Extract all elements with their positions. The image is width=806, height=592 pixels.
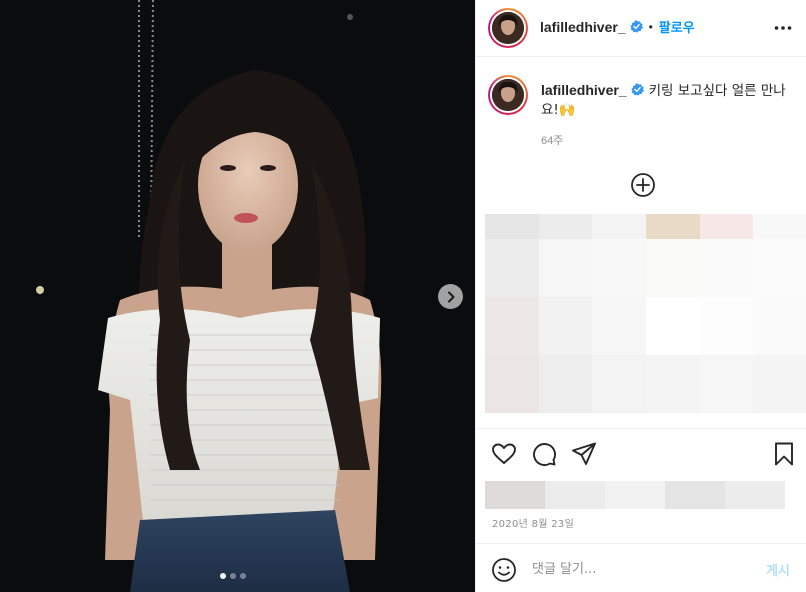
follow-button[interactable]: 팔로우 [659,17,695,36]
carousel-dot [230,573,236,579]
chevron-right-icon [447,291,454,302]
caption-avatar[interactable] [488,75,528,115]
separator-dot: • [648,19,653,34]
paper-plane-icon[interactable] [571,441,597,467]
heart-icon[interactable] [491,441,517,467]
smile-emoji-icon[interactable] [491,557,517,583]
post-actions: 2020년 8월 23일 [476,428,806,545]
post-comment-button[interactable]: 게시 [766,560,790,579]
comment-input[interactable] [532,558,742,580]
carousel-dot [240,573,246,579]
post-date[interactable]: 2020년 8월 23일 [492,515,574,530]
verified-badge-icon [630,83,644,96]
post-image [0,0,475,592]
header-user: lafilledhiver_ • 팔로우 [540,17,695,37]
avatar[interactable] [488,8,528,48]
post-photo[interactable] [0,0,475,592]
comments-section: lafilledhiver_ 키링 보고싶다 얼른 만나요!🙌 64주 [476,58,806,426]
post-header: lafilledhiver_ • 팔로우 [476,0,806,57]
more-options-button[interactable] [772,17,794,39]
caption-username[interactable]: lafilledhiver_ [541,82,627,98]
verified-badge-icon [629,20,643,33]
caption-age[interactable]: 64주 [541,132,563,148]
comment-icon[interactable] [531,441,557,467]
more-horizontal-icon [774,26,792,30]
bookmark-icon[interactable] [771,441,797,467]
carousel-dot-active [220,573,226,579]
post-details-panel: lafilledhiver_ • 팔로우 lafilledhiver_ 키링 보… [475,0,806,592]
next-photo-button[interactable] [438,284,463,309]
blurred-comments-placeholder [485,214,806,413]
add-comment-bar: 게시 [476,543,806,592]
username-link[interactable]: lafilledhiver_ [540,19,626,35]
carousel-indicator [220,573,246,579]
blurred-likes-placeholder [485,481,785,509]
caption: lafilledhiver_ 키링 보고싶다 얼른 만나요!🙌 [541,81,801,120]
load-more-comments-button[interactable] [630,172,656,198]
